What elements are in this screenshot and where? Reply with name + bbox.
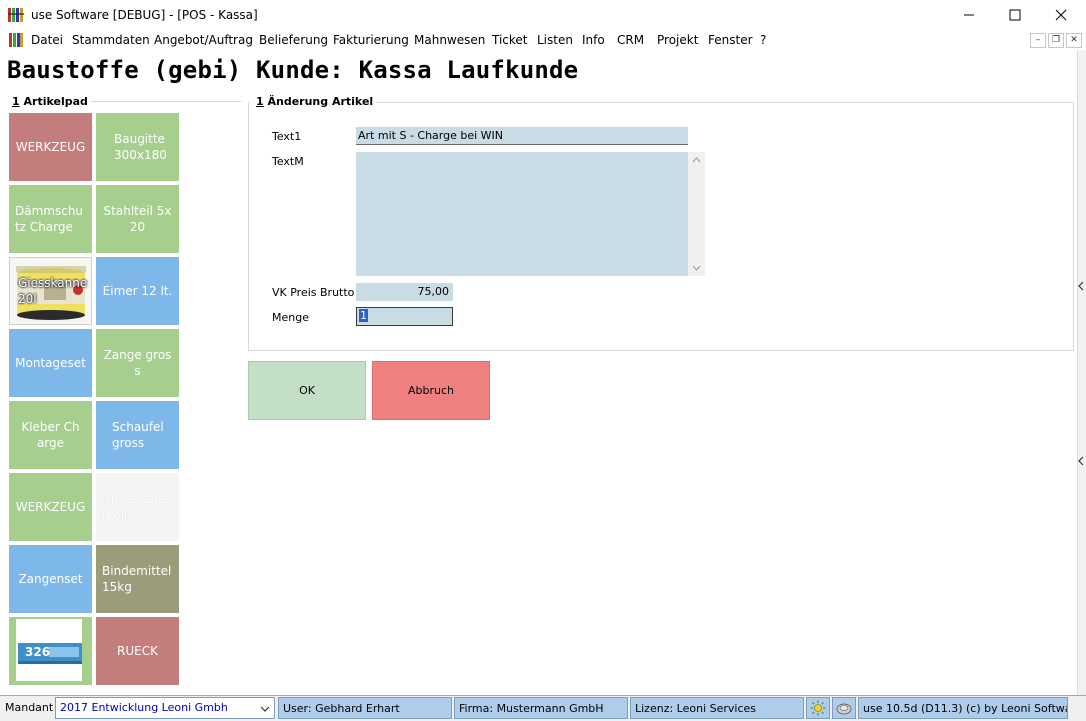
chevron-down-icon	[260, 706, 270, 712]
menu-belieferung[interactable]: Belieferung	[259, 33, 328, 47]
tile-bindemittel[interactable]: Bindemittel 15kg	[96, 545, 179, 613]
tile-label: Giesskanne 20l	[18, 276, 88, 306]
tile-label: Montageset	[15, 356, 86, 370]
menu-datei[interactable]: Datei	[31, 33, 63, 47]
tile-326[interactable]: 326	[9, 617, 92, 685]
tile-label: 326	[25, 645, 51, 659]
ok-button[interactable]: OK	[248, 361, 366, 420]
status-sun-button[interactable]	[806, 697, 830, 719]
tile-schaufel[interactable]: Schaufel gross	[96, 401, 179, 469]
tile-zangenset[interactable]: Zangenset	[9, 545, 92, 613]
app-icon	[8, 8, 24, 22]
app-menu-icon[interactable]	[9, 33, 23, 47]
window-title: use Software [DEBUG] - [POS - Kassa]	[31, 8, 258, 22]
chevron-left-icon	[1078, 456, 1084, 466]
tile-label: Zangenset	[18, 572, 83, 586]
aenderung-header: 1 Änderung Artikel	[256, 95, 377, 108]
status-settings-button[interactable]	[832, 697, 856, 719]
tile-giesskanne[interactable]: Giesskanne 20l	[9, 257, 92, 325]
tile-baugitter[interactable]: Baugitte 300x180	[96, 113, 179, 181]
minimize-icon	[964, 14, 974, 16]
abbruch-button[interactable]: Abbruch	[372, 361, 490, 420]
artikelpad-hotkey: 1	[12, 95, 20, 108]
status-firma: Firma: Mustermann GmbH	[454, 697, 628, 719]
menu-listen[interactable]: Listen	[537, 33, 573, 47]
tile-label: Zange gross	[103, 348, 172, 378]
menu-fenster[interactable]: Fenster	[708, 33, 753, 47]
tile-zange-gross[interactable]: Zange gross	[96, 329, 179, 397]
status-lizenz: Lizenz: Leoni Services	[630, 697, 804, 719]
tile-rueck[interactable]: RUECK	[96, 617, 179, 685]
menu-crm[interactable]: CRM	[617, 33, 644, 47]
page-title: Baustoffe (gebi) Kunde: Kassa Laufkunde	[7, 56, 579, 84]
tile-eimer[interactable]: Eimer 12 lt.	[96, 257, 179, 325]
maximize-icon	[1009, 9, 1021, 21]
menu-mahnwesen[interactable]: Mahnwesen	[414, 33, 485, 47]
close-icon: ✕	[1070, 35, 1078, 45]
mdi-close-button[interactable]: ✕	[1066, 33, 1082, 48]
menu-fakturierung[interactable]: Fakturierung	[333, 33, 409, 47]
status-version: use 10.5d (D11.3) (c) by Leoni Software …	[858, 697, 1068, 719]
tile-stahlteil[interactable]: Stahlteil 5x20	[96, 185, 179, 253]
mandant-select[interactable]: 2017 Entwicklung Leoni Gmbh	[55, 697, 275, 719]
text1-field[interactable]: Art mit S - Charge bei WIN	[356, 127, 688, 145]
artikelpad-header: 1 Artikelpad	[12, 95, 91, 108]
tile-werkzeug[interactable]: WERKZEUG	[9, 113, 92, 181]
tile-label: RUECK	[117, 644, 158, 658]
tools-icon	[836, 703, 852, 715]
tile-kleber[interactable]: Kleber Charge	[9, 401, 92, 469]
mandant-value: 2017 Entwicklung Leoni Gmbh	[60, 701, 228, 714]
menge-field[interactable]: 1	[356, 307, 453, 326]
tile-label: Kleber Charge	[21, 420, 80, 450]
textm-scrollbar[interactable]	[688, 152, 705, 276]
menu-info[interactable]: Info	[582, 33, 605, 47]
mdi-minimize-button[interactable]: –	[1030, 33, 1046, 48]
tile-label: Stahlteil 5x20	[103, 204, 172, 234]
status-user: User: Gebhard Erhart	[278, 697, 452, 719]
aenderung-hotkey: 1	[256, 95, 264, 108]
textm-field[interactable]	[356, 152, 688, 276]
tile-label: Baugitte 300x180	[114, 132, 167, 162]
menu-projekt[interactable]: Projekt	[657, 33, 698, 47]
mandant-label: Mandant	[5, 701, 53, 714]
vk-preis-field[interactable]: 75,00	[356, 283, 453, 301]
close-button[interactable]	[1038, 0, 1084, 30]
menge-value: 1	[359, 309, 368, 322]
product-box-image	[9, 617, 92, 685]
chevron-up-icon	[692, 157, 701, 163]
artikelpad-divider	[85, 101, 241, 102]
tile-label: Schaufel gross	[112, 420, 164, 450]
tile-werkzeug-2[interactable]: WERKZEUG	[9, 473, 92, 541]
menu-help[interactable]: ?	[760, 33, 766, 47]
mdi-restore-button[interactable]: ❐	[1048, 33, 1064, 48]
tile-label: Bindemittel 15kg	[102, 564, 172, 594]
menge-label: Menge	[272, 311, 309, 324]
right-splitter[interactable]	[1077, 50, 1086, 695]
tile-label: WERKZEUG	[15, 500, 86, 514]
artikelpad-label: Artikelpad	[23, 95, 88, 108]
tile-label: Eimer 12 lt.	[102, 284, 173, 298]
close-icon	[1055, 9, 1067, 21]
sun-icon	[810, 700, 826, 716]
menu-angebot-auftrag[interactable]: Angebot/Auftrag	[154, 33, 253, 47]
minimize-icon: –	[1035, 35, 1041, 45]
tile-daemmschutz[interactable]: Dämmschutz Charge	[9, 185, 92, 253]
tile-universalseilrolle[interactable]: Universalseilrolle	[96, 473, 179, 541]
minimize-button[interactable]	[946, 0, 992, 30]
vk-preis-label: VK Preis Brutto	[272, 286, 355, 299]
aenderung-label: Änderung Artikel	[267, 95, 374, 108]
tile-label: WERKZEUG	[15, 140, 86, 154]
tile-label: Universalseilrolle	[102, 492, 172, 522]
tile-label: Dämmschutz Charge	[15, 204, 84, 234]
restore-icon: ❐	[1051, 35, 1061, 45]
maximize-button[interactable]	[992, 0, 1038, 30]
chevron-left-icon	[1078, 281, 1084, 291]
chevron-down-icon	[692, 265, 701, 271]
menu-stammdaten[interactable]: Stammdaten	[72, 33, 150, 47]
tile-montageset[interactable]: Montageset	[9, 329, 92, 397]
text1-label: Text1	[272, 130, 302, 143]
menu-ticket[interactable]: Ticket	[492, 33, 528, 47]
textm-label: TextM	[272, 155, 304, 168]
